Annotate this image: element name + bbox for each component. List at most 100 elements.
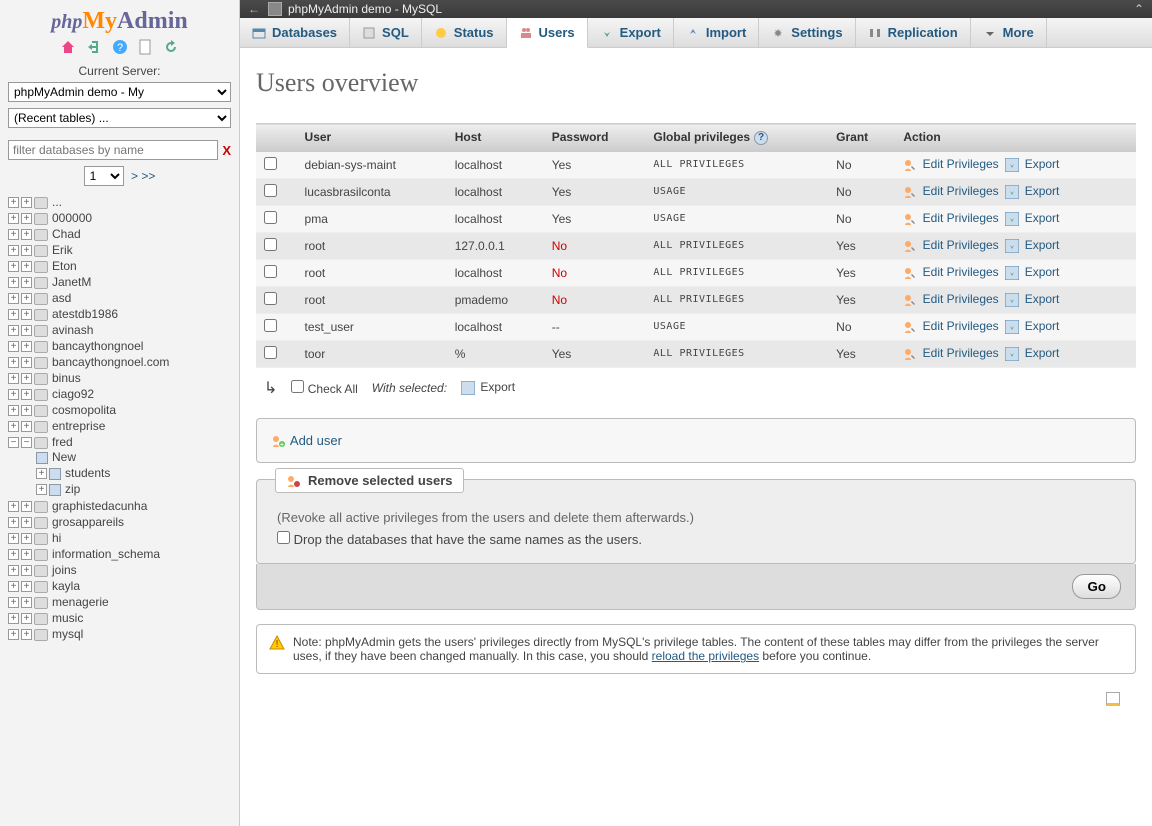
db-item[interactable]: ++entreprise (8, 418, 231, 434)
edit-privileges-link[interactable]: Edit Privileges (903, 319, 998, 333)
export-link[interactable]: Export (1005, 346, 1059, 360)
reload-privileges-link[interactable]: reload the privileges (652, 649, 759, 663)
expand2-icon[interactable]: + (21, 309, 32, 320)
expand-icon[interactable]: + (36, 468, 47, 479)
expand2-icon[interactable]: + (21, 549, 32, 560)
expand-icon[interactable]: + (8, 549, 19, 560)
filter-databases-input[interactable] (8, 140, 218, 160)
row-checkbox[interactable] (264, 211, 277, 224)
expand-icon[interactable]: + (8, 517, 19, 528)
export-link[interactable]: Export (1005, 292, 1059, 306)
db-item[interactable]: ++binus (8, 370, 231, 386)
expand-icon[interactable]: + (8, 309, 19, 320)
db-item[interactable]: ++asd (8, 290, 231, 306)
edit-privileges-link[interactable]: Edit Privileges (903, 292, 998, 306)
expand-icon[interactable]: + (36, 484, 47, 495)
db-item[interactable]: ++hi (8, 530, 231, 546)
db-item[interactable]: ++joins (8, 562, 231, 578)
db-item[interactable]: ++bancaythongnoel.com (8, 354, 231, 370)
tab-databases[interactable]: Databases (240, 18, 350, 47)
expand-icon[interactable]: + (8, 277, 19, 288)
expand-icon[interactable]: + (8, 565, 19, 576)
page-select[interactable]: 1 (84, 166, 124, 186)
help-icon[interactable]: ? (754, 131, 768, 145)
export-link[interactable]: Export (1005, 265, 1059, 279)
expand2-icon[interactable]: + (21, 293, 32, 304)
help-icon[interactable]: ? (112, 39, 128, 55)
expand2-icon[interactable]: + (21, 277, 32, 288)
expand-icon[interactable]: + (8, 325, 19, 336)
db-item[interactable]: ++music (8, 610, 231, 626)
expand2-icon[interactable]: + (21, 629, 32, 640)
drop-db-checkbox[interactable]: Drop the databases that have the same na… (277, 532, 642, 547)
row-checkbox[interactable] (264, 184, 277, 197)
db-item[interactable]: ++ciago92 (8, 386, 231, 402)
expand-icon[interactable]: + (8, 501, 19, 512)
tab-more[interactable]: More (971, 18, 1047, 47)
expand2-icon[interactable]: + (21, 389, 32, 400)
page-next[interactable]: > >> (131, 169, 155, 183)
edit-privileges-link[interactable]: Edit Privileges (903, 157, 998, 171)
expand2-icon[interactable]: + (21, 501, 32, 512)
table-item[interactable]: +zip (36, 481, 231, 497)
expand2-icon[interactable]: + (21, 373, 32, 384)
expand-icon[interactable]: + (8, 357, 19, 368)
tab-status[interactable]: Status (422, 18, 507, 47)
edit-privileges-link[interactable]: Edit Privileges (903, 184, 998, 198)
db-item[interactable]: ++Chad (8, 226, 231, 242)
expand-icon[interactable]: + (8, 373, 19, 384)
clear-filter-icon[interactable]: X (222, 143, 231, 158)
db-item[interactable]: ++graphistedacunha (8, 498, 231, 514)
expand-icon[interactable]: + (8, 389, 19, 400)
db-item[interactable]: ++cosmopolita (8, 402, 231, 418)
expand2-icon[interactable]: + (21, 581, 32, 592)
recent-tables-select[interactable]: (Recent tables) ... (8, 108, 231, 128)
expand2-icon[interactable]: + (21, 341, 32, 352)
bulk-export[interactable]: Export (461, 380, 515, 395)
expand-icon[interactable]: + (8, 229, 19, 240)
expand2-icon[interactable]: + (21, 565, 32, 576)
check-all[interactable]: Check All (291, 380, 357, 396)
tab-replication[interactable]: Replication (856, 18, 971, 47)
tab-sql[interactable]: SQL (350, 18, 422, 47)
expand2-icon[interactable]: + (21, 213, 32, 224)
db-item[interactable]: −−fredNew+students+zip (8, 434, 231, 498)
table-item[interactable]: +students (36, 465, 231, 481)
db-item[interactable]: ++mysql (8, 626, 231, 642)
expand2-icon[interactable]: + (21, 533, 32, 544)
reload-icon[interactable] (163, 39, 179, 55)
home-icon[interactable] (60, 39, 76, 55)
edit-privileges-link[interactable]: Edit Privileges (903, 211, 998, 225)
doc-icon[interactable] (137, 39, 153, 55)
db-item[interactable]: ++atestdb1986 (8, 306, 231, 322)
expand-icon[interactable]: + (8, 597, 19, 608)
expand-icon[interactable]: + (8, 613, 19, 624)
export-link[interactable]: Export (1005, 211, 1059, 225)
edit-privileges-link[interactable]: Edit Privileges (903, 238, 998, 252)
tab-users[interactable]: Users (507, 18, 588, 48)
expand-icon[interactable]: + (8, 245, 19, 256)
db-item[interactable]: ++menagerie (8, 594, 231, 610)
logout-icon[interactable] (86, 39, 102, 55)
expand-icon[interactable]: − (8, 437, 19, 448)
db-item[interactable]: ++Erik (8, 242, 231, 258)
expand-icon[interactable]: + (8, 533, 19, 544)
collapse-icon[interactable]: ⌃ (1134, 2, 1144, 16)
expand2-icon[interactable]: + (21, 245, 32, 256)
go-button[interactable]: Go (1072, 574, 1121, 599)
window-icon[interactable] (1106, 692, 1120, 706)
expand2-icon[interactable]: + (21, 325, 32, 336)
expand2-icon[interactable]: + (21, 405, 32, 416)
row-checkbox[interactable] (264, 292, 277, 305)
db-item[interactable]: ++avinash (8, 322, 231, 338)
expand2-icon[interactable]: + (21, 421, 32, 432)
expand2-icon[interactable]: + (21, 597, 32, 608)
expand2-icon[interactable]: + (21, 197, 32, 208)
expand-icon[interactable]: + (8, 405, 19, 416)
tab-import[interactable]: Import (674, 18, 759, 47)
table-item[interactable]: New (36, 449, 231, 465)
expand-icon[interactable]: + (8, 197, 19, 208)
db-item[interactable]: ++kayla (8, 578, 231, 594)
expand2-icon[interactable]: − (21, 437, 32, 448)
expand2-icon[interactable]: + (21, 229, 32, 240)
